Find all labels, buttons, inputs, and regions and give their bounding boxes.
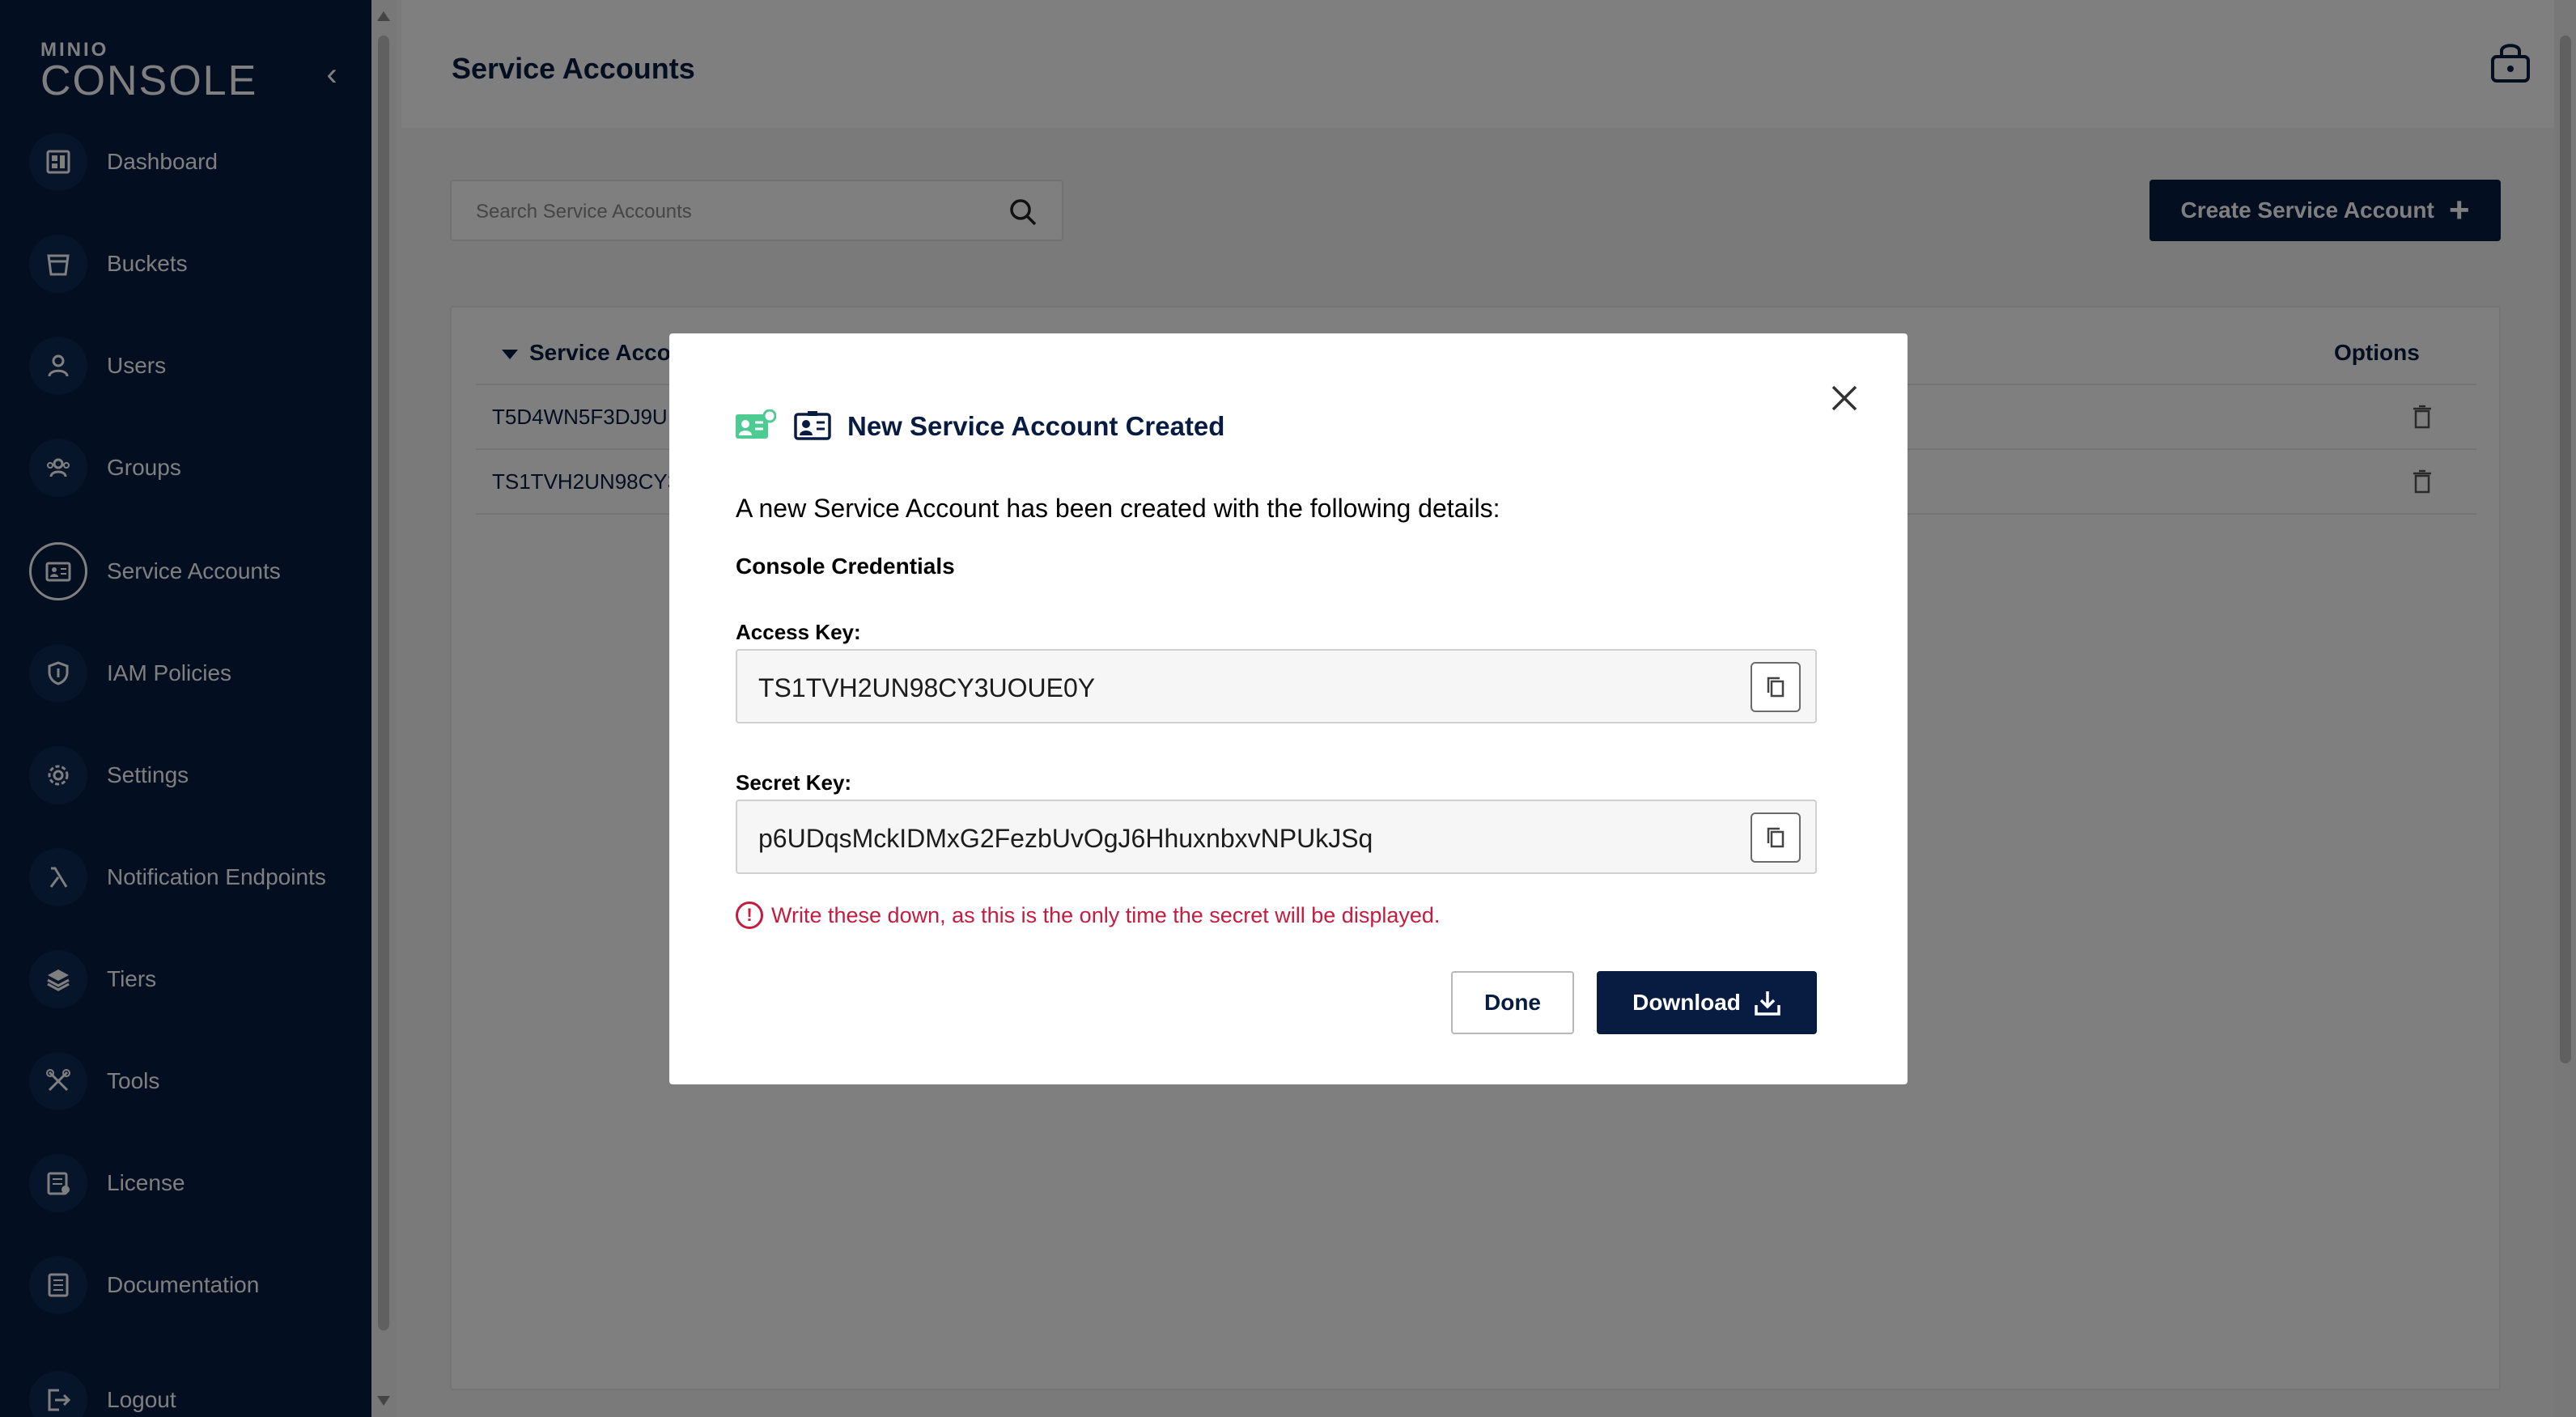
warning-text: Write these down, as this is the only ti… (771, 902, 1441, 927)
access-key-value[interactable]: TS1TVH2UN98CY3UOUE0Y (758, 673, 1095, 703)
secret-warning: ! Write these down, as this is the only … (736, 902, 1440, 929)
download-button[interactable]: Download (1597, 971, 1817, 1034)
copy-secret-key-button[interactable] (1751, 812, 1801, 863)
secret-key-label: Secret Key: (736, 770, 852, 795)
download-icon (1755, 991, 1780, 1016)
service-account-created-icon (736, 409, 776, 439)
warning-icon: ! (736, 902, 763, 929)
access-key-label: Access Key: (736, 620, 861, 644)
dialog-title: New Service Account Created (847, 411, 1225, 441)
done-button-label: Done (1484, 990, 1541, 1015)
copy-access-key-button[interactable] (1751, 662, 1801, 712)
new-service-account-dialog: New Service Account Created A new Servic… (669, 333, 1908, 1084)
service-account-icon (794, 411, 831, 440)
dialog-intro-text: A new Service Account has been created w… (736, 494, 1500, 523)
close-icon[interactable] (1830, 384, 1859, 413)
secret-key-value[interactable]: p6UDqsMckIDMxG2FezbUvOgJ6HhuxnbxvNPUkJSq (758, 824, 1373, 854)
copy-icon (1767, 677, 1785, 698)
done-button[interactable]: Done (1451, 971, 1574, 1034)
access-key-field[interactable]: TS1TVH2UN98CY3UOUE0Y (736, 649, 1817, 723)
secret-key-field[interactable]: p6UDqsMckIDMxG2FezbUvOgJ6HhuxnbxvNPUkJSq (736, 800, 1817, 874)
section-title: Console Credentials (736, 554, 955, 579)
copy-icon (1767, 827, 1785, 848)
download-button-label: Download (1632, 990, 1741, 1015)
